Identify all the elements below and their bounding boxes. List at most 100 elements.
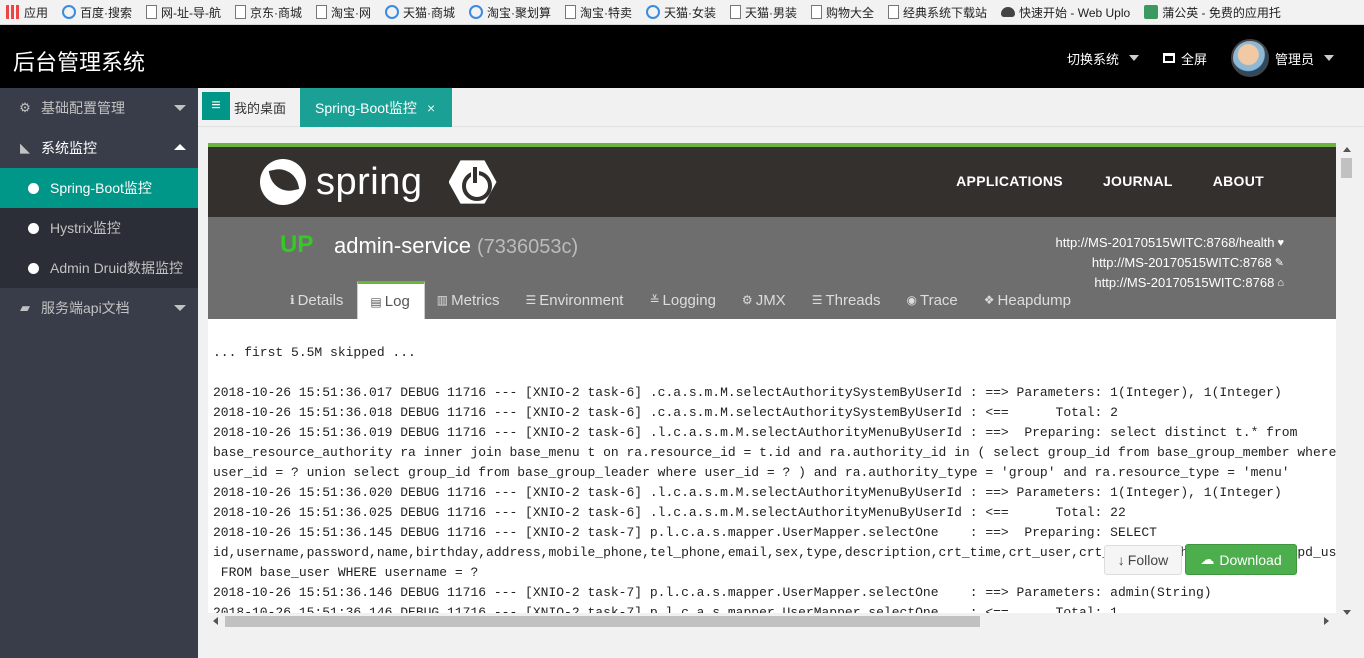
nav-about[interactable]: ABOUT (1213, 173, 1264, 189)
tab-logging[interactable]: ≚ Logging (637, 281, 729, 319)
spring-boot-admin: spring APPLICATIONS JOURNAL ABOUT UP adm… (208, 143, 1336, 619)
page-icon (888, 5, 900, 19)
bookmark-item[interactable]: 淘宝·特卖 (565, 4, 632, 21)
chart-icon: ◣ (20, 140, 30, 155)
bookmark-item[interactable]: 淘宝·网 (316, 4, 371, 21)
chevron-up-icon (174, 144, 186, 150)
tab-metrics[interactable]: ▥ Metrics (425, 281, 514, 319)
page-icon (146, 5, 158, 19)
sidebar-subitem-druid[interactable]: Admin Druid数据监控 (0, 248, 198, 288)
download-button[interactable]: ☁ Download (1185, 544, 1297, 575)
power-icon (448, 160, 497, 204)
caret-down-icon (1324, 55, 1334, 61)
bookmark-item[interactable]: 天猫·女装 (646, 4, 716, 21)
spring-leaf-icon (260, 159, 306, 205)
tab-jmx[interactable]: ⚙ JMX (730, 281, 800, 319)
follow-button[interactable]: ↓ Follow (1104, 545, 1182, 575)
log-line: 2018-10-26 15:51:36.145 DEBUG 11716 --- … (213, 525, 1157, 540)
tab-environment[interactable]: ☰ Environment (513, 281, 637, 319)
avatar (1230, 39, 1269, 77)
user-menu[interactable]: 管理员 (1230, 39, 1334, 77)
content-frame: spring APPLICATIONS JOURNAL ABOUT UP adm… (198, 127, 1364, 658)
tab-trace[interactable]: ◉ Trace (894, 281, 971, 319)
close-icon[interactable]: × (427, 100, 435, 116)
app-header: UP admin-service (7336053c) http://MS-201… (208, 217, 1336, 319)
bookmark-item[interactable]: 蒲公英 - 免费的应用托 (1144, 4, 1281, 21)
bookmark-apps[interactable]: 应用 (6, 4, 48, 21)
heartbeat-icon: ♥ (1277, 237, 1284, 249)
tab-log[interactable]: ▤ Log (357, 281, 425, 319)
sidebar-item-api-docs[interactable]: ▰ 服务端api文档 (0, 288, 198, 328)
management-url[interactable]: http://MS-20170515WITC:8768 ✎ (1056, 253, 1284, 273)
log-skipped: ... first 5.5M skipped ... (213, 345, 416, 360)
hamburger-icon: ≡ (211, 97, 221, 114)
status-badge: UP (280, 231, 314, 258)
bullet-icon (28, 182, 39, 194)
scroll-thumb[interactable] (225, 616, 980, 627)
nav-journal[interactable]: JOURNAL (1103, 173, 1173, 189)
cloud-download-icon: ☁ (1200, 551, 1215, 567)
bookmark-item[interactable]: 经典系统下载站 (888, 4, 987, 21)
log-line: 2018-10-26 15:51:36.017 DEBUG 11716 --- … (213, 385, 1282, 400)
service-url[interactable]: http://MS-20170515WITC:8768 ⌂ (1056, 273, 1284, 293)
ie-icon (385, 5, 400, 19)
bookmark-item[interactable]: 购物大全 (811, 4, 874, 21)
log-line: 2018-10-26 15:51:36.025 DEBUG 11716 --- … (213, 505, 1126, 520)
caret-down-icon (1128, 55, 1139, 61)
bullet-icon (28, 262, 39, 274)
wrench-icon: ✎ (1274, 257, 1284, 269)
page-icon (811, 5, 823, 19)
scroll-up-icon[interactable] (1343, 147, 1351, 152)
apps-icon (6, 5, 20, 19)
vertical-scrollbar[interactable] (1338, 143, 1356, 619)
tab-heapdump[interactable]: ❖ Heapdump (972, 281, 1085, 319)
home-icon: ⌂ (1277, 277, 1284, 289)
chevron-down-icon (174, 105, 186, 111)
folder-icon: ▰ (20, 300, 30, 315)
bookmark-item[interactable]: 网-址-导-航 (146, 4, 221, 21)
tab-spring-boot[interactable]: Spring-Boot监控 × (300, 88, 452, 127)
tab-home[interactable]: 我的桌面 (234, 92, 286, 126)
bullet-icon (28, 222, 39, 234)
bookmarks-bar: 应用 百度·搜索 网-址-导-航 京东·商城 淘宝·网 天猫·商城 淘宝·聚划算… (0, 0, 1364, 25)
ie-icon (62, 5, 77, 19)
page-icon (730, 5, 742, 19)
scroll-left-icon[interactable] (213, 617, 218, 625)
sidebar-item-basic-config[interactable]: ⚙ 基础配置管理 (0, 88, 198, 128)
bookmark-item[interactable]: 天猫·商城 (385, 4, 455, 21)
sidebar-subitem-hystrix[interactable]: Hystrix监控 (0, 208, 198, 248)
horizontal-scrollbar[interactable] (208, 613, 1338, 630)
info-icon: ℹ (290, 293, 295, 307)
bar-chart-icon: ▥ (436, 293, 449, 307)
log-line: user_id = ? union select group_id from b… (213, 465, 1290, 480)
sba-navbar: spring APPLICATIONS JOURNAL ABOUT (208, 143, 1336, 217)
sidebar: ⚙ 基础配置管理 ◣ 系统监控 Spring-Boot监控 Hystrix监控 … (0, 88, 198, 658)
file-icon: ▤ (370, 294, 382, 309)
scroll-down-icon[interactable] (1343, 610, 1351, 615)
sidebar-subitem-spring-boot[interactable]: Spring-Boot监控 (0, 168, 198, 208)
page-icon (565, 5, 577, 19)
scroll-right-icon[interactable] (1324, 617, 1329, 625)
tab-threads[interactable]: ☰ Threads (800, 281, 895, 319)
bookmark-item[interactable]: 淘宝·聚划算 (469, 4, 551, 21)
bookmark-item[interactable]: 快速开始 - Web Uplo (1001, 4, 1130, 21)
bookmark-item[interactable]: 天猫·男装 (730, 4, 797, 21)
nav-applications[interactable]: APPLICATIONS (956, 173, 1063, 189)
list-icon: ☰ (525, 293, 537, 307)
menu-toggle-button[interactable]: ≡ (202, 92, 230, 120)
page-icon (235, 5, 247, 19)
tab-details[interactable]: ℹ Details (278, 281, 357, 319)
sidebar-item-system-monitor[interactable]: ◣ 系统监控 (0, 128, 198, 168)
gear-icon: ⚙ (19, 100, 31, 115)
bookmark-item[interactable]: 京东·商城 (235, 4, 302, 21)
fullscreen-button[interactable]: 全屏 (1162, 49, 1207, 68)
switch-system-menu[interactable]: 切换系统 (1067, 49, 1139, 68)
eye-icon: ◉ (906, 293, 917, 307)
page-icon (316, 5, 328, 19)
scroll-thumb[interactable] (1341, 158, 1352, 178)
bookmark-item[interactable]: 百度·搜索 (62, 4, 132, 21)
app-title: 后台管理系统 (13, 50, 146, 75)
app-name: admin-service (7336053c) (334, 233, 579, 258)
health-url[interactable]: http://MS-20170515WITC:8768/health ♥ (1056, 233, 1285, 253)
spring-logo[interactable]: spring (260, 158, 497, 206)
